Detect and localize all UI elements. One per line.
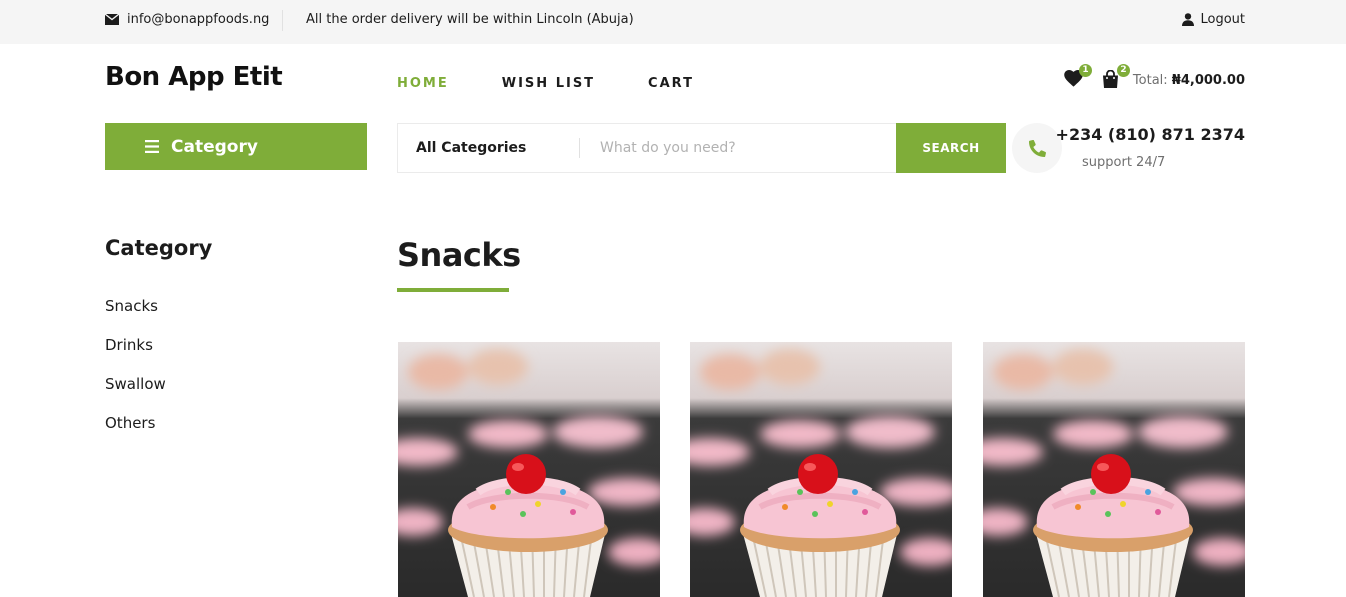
nav-cart[interactable]: CART: [648, 76, 694, 91]
main-nav: HOME WISH LIST CART: [397, 76, 747, 91]
phone-number: +234 (810) 871 2374: [1055, 125, 1245, 144]
user-icon: [1182, 13, 1195, 26]
category-button[interactable]: Category: [105, 123, 367, 170]
sidebar-title: Category: [105, 236, 213, 260]
topbar-email-text: info@bonappfoods.ng: [127, 12, 270, 27]
product-card[interactable]: [983, 342, 1245, 597]
section-title-underline: [397, 288, 509, 292]
cart-count-badge: 2: [1117, 64, 1130, 77]
search-button[interactable]: SEARCH: [896, 123, 1006, 173]
product-image: [690, 342, 952, 597]
sidebar-item-snacks[interactable]: Snacks: [105, 297, 166, 336]
sidebar-item-drinks[interactable]: Drinks: [105, 336, 166, 375]
product-card[interactable]: [398, 342, 660, 597]
product-image: [398, 342, 660, 597]
product-image: [983, 342, 1245, 597]
wishlist-button[interactable]: 1: [1064, 64, 1092, 90]
phone-support-text: support 24/7: [1082, 155, 1166, 170]
topbar-divider: [282, 10, 283, 31]
topbar-email[interactable]: info@bonappfoods.ng: [105, 12, 269, 27]
phone-icon: [1028, 139, 1046, 157]
sidebar-item-swallow[interactable]: Swallow: [105, 375, 166, 414]
section-title: Snacks: [397, 236, 521, 274]
header-icons: 1 2: [1064, 64, 1130, 90]
search-form: All Categories SEARCH: [397, 123, 1006, 173]
logout-label: Logout: [1200, 12, 1245, 27]
site-logo[interactable]: Bon App Etit: [105, 62, 283, 92]
nav-home[interactable]: HOME: [397, 76, 449, 91]
top-bar: info@bonappfoods.ng All the order delive…: [0, 0, 1346, 44]
search-input[interactable]: [580, 140, 896, 156]
nav-wish-list[interactable]: WISH LIST: [502, 76, 595, 91]
sidebar-item-others[interactable]: Others: [105, 414, 166, 453]
search-category-select[interactable]: All Categories: [398, 138, 580, 158]
phone-button[interactable]: [1012, 123, 1062, 173]
product-card[interactable]: [690, 342, 952, 597]
logout-link[interactable]: Logout: [1182, 12, 1245, 27]
cart-total-label: Total:: [1132, 73, 1168, 88]
cart-total-value: ₦4,000.00: [1171, 73, 1245, 88]
envelope-icon: [105, 14, 119, 25]
wishlist-count-badge: 1: [1079, 64, 1092, 77]
cart-total: Total: ₦4,000.00: [1133, 73, 1245, 88]
delivery-notice: All the order delivery will be within Li…: [306, 12, 634, 27]
sidebar-category-list: Snacks Drinks Swallow Others: [105, 297, 166, 453]
category-button-label: Category: [171, 136, 258, 157]
bars-icon: [145, 140, 159, 153]
cart-button[interactable]: 2: [1102, 64, 1130, 90]
